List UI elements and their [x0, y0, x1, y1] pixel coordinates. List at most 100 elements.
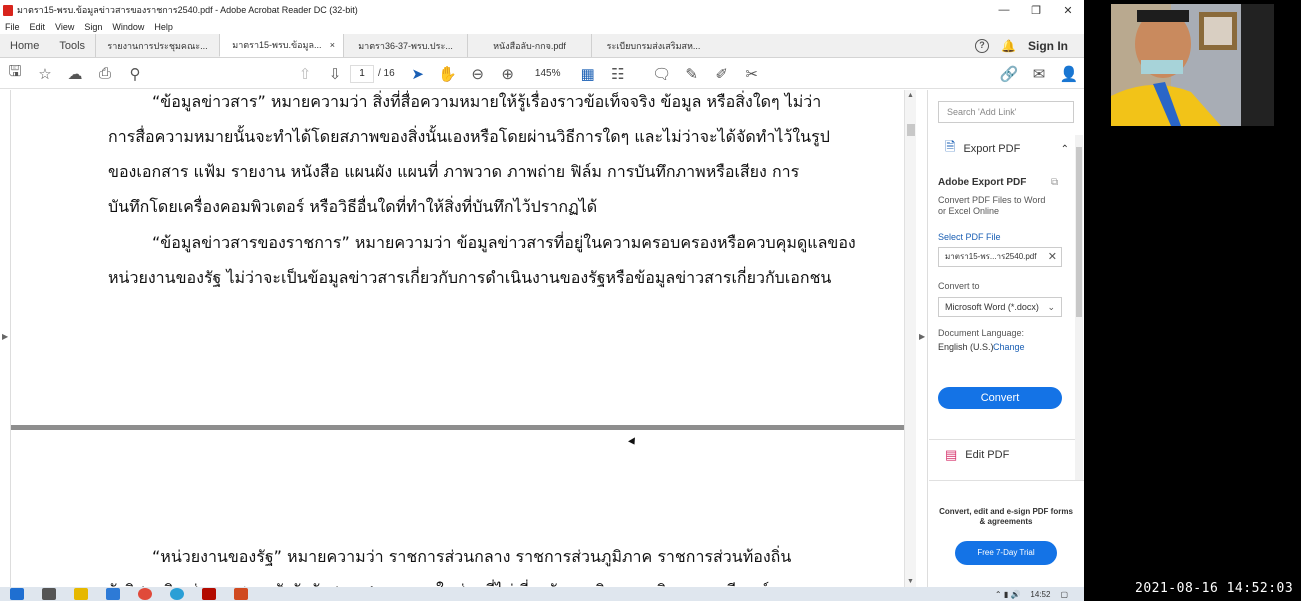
maximize-button[interactable]: ❐ — [1020, 4, 1052, 17]
powerpoint-icon[interactable] — [234, 588, 248, 600]
menu-view[interactable]: View — [50, 20, 79, 34]
share-link-icon[interactable]: 🔗 — [994, 59, 1024, 89]
bell-icon[interactable]: 🔔 — [1001, 39, 1016, 53]
doc-text-line: หน่วยงานของรัฐ ไม่ว่าจะเป็นข้อมูลข่าวสาร… — [108, 268, 832, 287]
acrobat-taskbar-icon[interactable] — [202, 588, 216, 600]
select-cursor-icon[interactable]: ➤ — [403, 59, 433, 89]
acrobat-window: มาตรา15-พรบ.ข้อมูลข่าวสารของราชการ2540.p… — [0, 0, 1084, 601]
webcam-video — [1111, 4, 1274, 126]
scroll-up-icon[interactable]: ▲ — [907, 92, 914, 99]
zoom-out-icon[interactable]: ⊖ — [463, 59, 493, 89]
webcam-image — [1111, 4, 1274, 126]
tab-home[interactable]: Home — [0, 34, 49, 57]
title-bar: มาตรา15-พรบ.ข้อมูลข่าวสารของราชการ2540.p… — [0, 0, 1084, 20]
print-icon[interactable]: ⎙ — [90, 59, 120, 89]
export-pdf-header[interactable]: 🗎 Export PDF ⌃ — [929, 138, 1075, 160]
change-language-link[interactable]: Change — [993, 342, 1025, 352]
save-icon[interactable]: 🖫 — [0, 59, 30, 89]
hand-tool-icon[interactable]: ✋ — [433, 59, 463, 89]
tray-icons[interactable]: ⌃ ▮ 🔊 — [995, 590, 1021, 599]
export-pdf-label: Export PDF — [963, 143, 1021, 155]
doc-tab-label: รายงานการประชุมคณะ... — [107, 40, 208, 51]
doc-text-line: “ข้อมูลข่าวสาร” หมายความว่า สิ่งที่สื่อค… — [152, 92, 822, 111]
menu-window[interactable]: Window — [107, 20, 149, 34]
pane-divider — [929, 439, 1075, 440]
doc-tab[interactable]: ระเบียบกรมส่งเสริมสห... — [591, 34, 715, 57]
doc-tab-label: มาตรา36-37-พรบ.ประ... — [358, 40, 453, 51]
taskbar-clock[interactable]: 14:52 — [1030, 590, 1050, 599]
highlight-pen-icon[interactable]: ✎ — [677, 59, 707, 89]
right-pane-toggle[interactable]: ▶ — [916, 90, 928, 587]
clear-file-icon[interactable]: ✕ — [1048, 248, 1057, 266]
select-pdf-link[interactable]: Select PDF File — [938, 232, 1001, 242]
help-icon[interactable]: ? — [975, 38, 990, 53]
convert-format-select[interactable]: Microsoft Word (*.docx) ⌄ — [938, 297, 1062, 317]
task-view-icon[interactable] — [42, 588, 56, 600]
screen: มาตรา15-พรบ.ข้อมูลข่าวสารของราชการ2540.p… — [0, 0, 1301, 601]
convert-button[interactable]: Convert — [938, 387, 1062, 409]
doc-text-line: ของเอกสาร แฟ้ม รายงาน หนังสือ แผนผัง แผน… — [108, 162, 800, 181]
collapse-right-icon[interactable]: ▶ — [919, 332, 925, 341]
next-page-icon[interactable]: ⇩ — [320, 59, 350, 89]
doc-text-line: “ข้อมูลข่าวสารของราชการ” หมายความว่า ข้อ… — [152, 233, 856, 252]
convert-format-value: Microsoft Word (*.docx) — [945, 302, 1039, 312]
tools-pane-scrollbar[interactable] — [1075, 135, 1083, 480]
page-total: / 16 — [378, 68, 395, 79]
previous-page-icon[interactable]: ⇧ — [290, 59, 320, 89]
add-user-icon[interactable]: 👤 — [1054, 59, 1084, 89]
free-trial-button[interactable]: Free 7-Day Trial — [955, 541, 1057, 565]
scroll-mode-icon[interactable]: ☷ — [603, 59, 633, 89]
menu-help[interactable]: Help — [149, 20, 178, 34]
chevron-up-icon[interactable]: ⌃ — [1061, 144, 1069, 155]
expand-left-icon[interactable]: ▶ — [2, 332, 8, 341]
close-tab-icon[interactable]: × — [330, 40, 335, 50]
page-layout-icon[interactable]: ▦ — [573, 59, 603, 89]
doc-tab[interactable]: รายงานการประชุมคณะ... — [95, 34, 219, 57]
notification-icon[interactable]: ▢ — [1060, 590, 1068, 599]
zoom-in-icon[interactable]: ⊕ — [493, 59, 523, 89]
copy-icon[interactable]: ⧉ — [1051, 177, 1058, 188]
star-icon[interactable]: ☆ — [30, 59, 60, 89]
doc-text-line: รัฐวิสาหกิจ ส่วนราชการสังกัดรัฐสภา ศาลเฉ… — [108, 579, 788, 587]
sign-in-button[interactable]: Sign In — [1028, 39, 1068, 53]
mail-app-icon[interactable] — [106, 588, 120, 600]
edit-pdf-tool[interactable]: ▤ Edit PDF — [945, 447, 1009, 463]
page-number-input[interactable]: 1 — [350, 64, 374, 83]
search-icon[interactable]: ⚲ — [120, 59, 150, 89]
system-tray: ⌃ ▮ 🔊 14:52 ▢ — [995, 590, 1084, 599]
close-button[interactable]: ✕ — [1052, 4, 1084, 17]
edge-icon[interactable] — [170, 588, 184, 600]
menu-sign[interactable]: Sign — [79, 20, 107, 34]
document-scrollbar[interactable]: ▲ ▼ — [904, 90, 916, 587]
recording-timestamp: 2021-08-16 14:52:03 — [1135, 581, 1294, 596]
tab-tools[interactable]: Tools — [49, 34, 95, 57]
scroll-thumb[interactable] — [907, 124, 915, 136]
file-explorer-icon[interactable] — [74, 588, 88, 600]
fill-sign-icon[interactable]: ✂ — [737, 59, 767, 89]
export-description: Convert PDF Files to Word or Excel Onlin… — [938, 195, 1046, 216]
selected-file-field[interactable]: มาตรา15-พร...าร2540.pdf ✕ — [938, 247, 1062, 267]
doc-tab-label: ระเบียบกรมส่งเสริมสห... — [606, 40, 701, 51]
left-panel-toggle[interactable]: ▶ — [0, 90, 11, 587]
draw-icon[interactable]: ✐ — [707, 59, 737, 89]
mouse-cursor-icon — [628, 437, 638, 447]
doc-tab[interactable]: มาตรา36-37-พรบ.ประ... — [343, 34, 467, 57]
document-view[interactable]: “ข้อมูลข่าวสาร” หมายความว่า สิ่งที่สื่อค… — [11, 90, 904, 587]
start-icon[interactable] — [10, 588, 24, 600]
comment-icon[interactable]: 🗨 — [647, 59, 677, 89]
menu-bar: File Edit View Sign Window Help — [0, 20, 178, 34]
doc-tab[interactable]: หนังสือลับ-กกจ.pdf — [467, 34, 591, 57]
doc-tab-active[interactable]: มาตรา15-พรบ.ข้อมูล... × — [219, 34, 344, 57]
minimize-button[interactable]: — — [988, 4, 1020, 16]
upload-cloud-icon[interactable]: ☁ — [60, 59, 90, 89]
tools-pane: Search 'Add Link' 🗎 Export PDF ⌃ Adobe E… — [929, 90, 1084, 587]
mail-icon[interactable]: ✉ — [1024, 59, 1054, 89]
doc-text-line: การสื่อความหมายนั้นจะทำได้โดยสภาพของสิ่ง… — [108, 127, 830, 146]
chrome-icon[interactable] — [138, 588, 152, 600]
menu-file[interactable]: File — [0, 20, 25, 34]
tools-search-input[interactable]: Search 'Add Link' — [938, 101, 1074, 123]
zoom-select[interactable]: 145% — [523, 65, 573, 83]
tools-pane-scroll-thumb[interactable] — [1076, 147, 1082, 317]
scroll-down-icon[interactable]: ▼ — [907, 578, 914, 585]
menu-edit[interactable]: Edit — [25, 20, 51, 34]
